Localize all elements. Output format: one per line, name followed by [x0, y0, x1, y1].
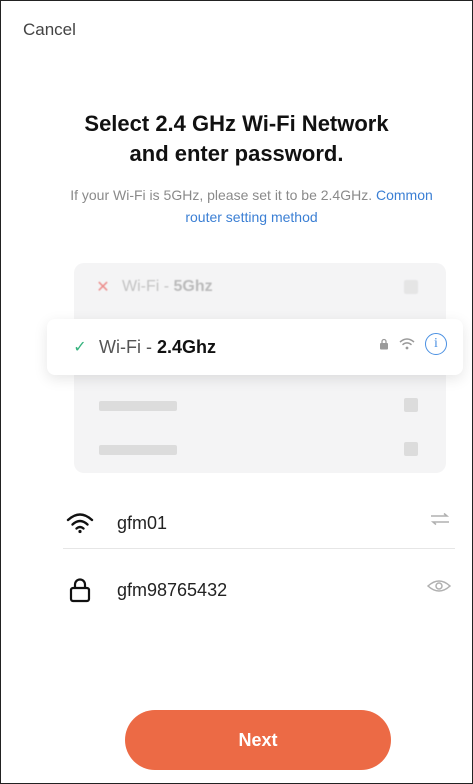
wifi-signal-icon: [399, 338, 415, 350]
switch-network-icon[interactable]: [429, 512, 451, 531]
wifi-password-field[interactable]: [63, 565, 455, 615]
subtitle-text: If your Wi-Fi is 5GHz, please set it to …: [70, 187, 373, 203]
eye-icon[interactable]: [426, 579, 452, 598]
placeholder-row: [74, 385, 446, 425]
placeholder-row: [74, 429, 446, 469]
title-line-2: and enter password.: [129, 141, 344, 166]
network-row-5ghz: ✕ Wi-Fi - 5Ghz: [74, 265, 446, 309]
info-icon[interactable]: i: [425, 333, 447, 355]
next-button[interactable]: Next: [125, 710, 391, 770]
wifi-icon: [63, 508, 97, 538]
ssid-input[interactable]: [117, 512, 377, 534]
placeholder-bar: [99, 401, 177, 411]
lock-icon: [404, 280, 418, 294]
title-line-1: Select 2.4 GHz Wi-Fi Network: [84, 111, 389, 136]
check-icon: ✓: [73, 339, 87, 356]
password-input[interactable]: [117, 579, 377, 601]
page-title: Select 2.4 GHz Wi-Fi Network and enter p…: [1, 109, 472, 169]
network-prefix: Wi-Fi -: [99, 336, 157, 357]
network-band: 2.4Ghz: [156, 336, 217, 357]
wifi-ssid-field[interactable]: [63, 498, 455, 549]
cancel-button[interactable]: Cancel: [23, 20, 76, 40]
placeholder-icon: [404, 398, 418, 412]
lock-icon: [63, 575, 97, 605]
network-name-5ghz: Wi-Fi - 5Ghz: [122, 278, 213, 296]
x-icon: ✕: [96, 279, 110, 296]
wifi-setup-screen: Cancel Select 2.4 GHz Wi-Fi Network and …: [0, 0, 473, 784]
page-subtitle: If your Wi-Fi is 5GHz, please set it to …: [61, 184, 442, 228]
placeholder-icon: [404, 442, 418, 456]
network-band: 5Ghz: [173, 278, 213, 295]
lock-icon: [380, 338, 388, 350]
network-status-icons: i: [379, 333, 447, 355]
network-prefix: Wi-Fi -: [122, 278, 174, 295]
network-name-24ghz: Wi-Fi - 2.4Ghz: [99, 337, 216, 358]
placeholder-bar: [99, 445, 177, 455]
network-row-24ghz[interactable]: ✓ Wi-Fi - 2.4Ghz i: [47, 319, 463, 375]
